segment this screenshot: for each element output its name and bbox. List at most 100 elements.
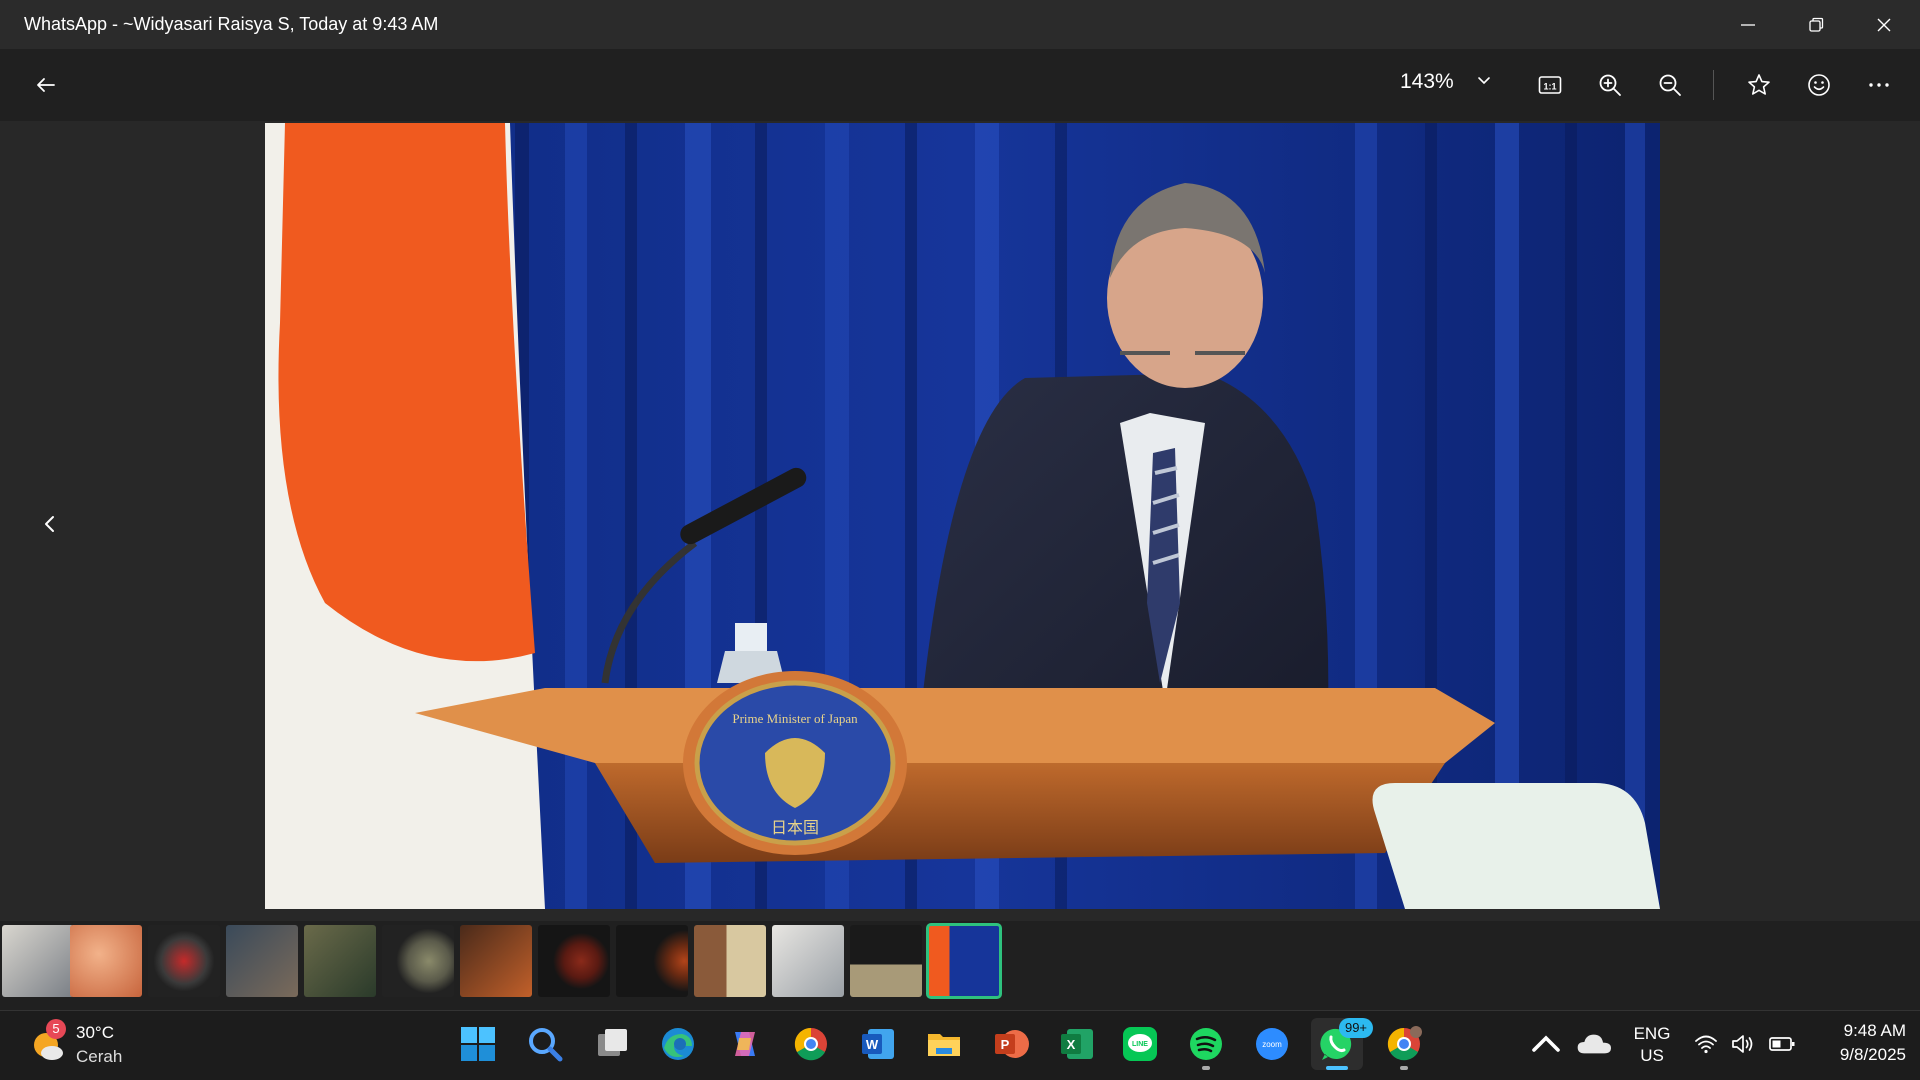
actual-size-icon: 1:1 (1538, 76, 1562, 94)
thumbnail[interactable] (226, 925, 298, 997)
running-indicator (1202, 1066, 1210, 1070)
restore-button[interactable] (1782, 0, 1850, 49)
search-button[interactable] (519, 1018, 571, 1070)
word-app[interactable]: W (852, 1018, 904, 1070)
chrome-profile-app[interactable] (1378, 1018, 1430, 1070)
thumbnail-active[interactable] (926, 923, 1002, 999)
onedrive-button[interactable] (1569, 1018, 1621, 1070)
chevron-up-icon (1532, 1035, 1560, 1052)
zoom-out-icon (1659, 74, 1681, 96)
displayed-photo: Prime Minister of Japan 日本国 (265, 123, 1660, 909)
active-indicator (1326, 1066, 1348, 1070)
language-indicator[interactable]: ENG US (1628, 1022, 1676, 1068)
podium-label-bottom: 日本国 (771, 818, 819, 837)
edge-icon (662, 1028, 694, 1060)
zoom-out-button[interactable] (1646, 61, 1694, 109)
copilot-app[interactable] (719, 1018, 771, 1070)
chevron-left-icon (45, 516, 54, 532)
weather-badge: 5 (46, 1019, 66, 1039)
thumbnail[interactable] (850, 925, 922, 997)
network-volume-battery[interactable] (1694, 1028, 1800, 1060)
show-hidden-icons-button[interactable] (1520, 1018, 1572, 1070)
thumbnail[interactable] (304, 925, 376, 997)
svg-text:P: P (1001, 1037, 1010, 1052)
chrome-profile-icon (1387, 1026, 1422, 1061)
zoom-level[interactable]: 143% (1400, 70, 1454, 94)
thumbnail[interactable] (538, 925, 610, 997)
svg-text:X: X (1067, 1037, 1076, 1052)
star-icon (1748, 74, 1770, 95)
minimize-icon (1741, 23, 1755, 26)
wifi-icon (1695, 1035, 1717, 1054)
cloud-icon (1577, 1034, 1611, 1054)
thumbnail[interactable] (616, 925, 688, 997)
chrome-app[interactable] (785, 1018, 837, 1070)
thumbnail[interactable] (70, 925, 142, 997)
favorite-button[interactable] (1735, 61, 1783, 109)
svg-text:1:1: 1:1 (1543, 82, 1556, 92)
clock[interactable]: 9:48 AM 9/8/2025 (1806, 1020, 1906, 1070)
start-button[interactable] (452, 1018, 504, 1070)
clock-date: 9/8/2025 (1839, 1045, 1906, 1064)
toolbar-divider (1713, 70, 1714, 100)
press-conference-image: Prime Minister of Japan 日本国 (265, 123, 1660, 909)
restore-icon (1809, 17, 1824, 32)
copilot-icon (735, 1032, 755, 1056)
line-app[interactable]: LINE (1114, 1018, 1166, 1070)
zoom-app-label: zoom (1262, 1040, 1282, 1049)
weather-condition: Cerah (76, 1047, 123, 1066)
battery-icon (1769, 1037, 1795, 1051)
chrome-icon (794, 1027, 827, 1061)
minimize-button[interactable] (1714, 0, 1782, 49)
volume-icon (1732, 1035, 1753, 1053)
task-view-icon (598, 1029, 627, 1056)
emoji-icon (1808, 74, 1830, 96)
spotify-icon (1190, 1028, 1222, 1060)
zoom-icon: zoom (1256, 1028, 1288, 1060)
chevron-down-icon (1478, 77, 1490, 85)
zoom-in-button[interactable] (1586, 61, 1634, 109)
search-icon (529, 1028, 563, 1062)
edge-app[interactable] (652, 1018, 704, 1070)
keyboard-region: US (1640, 1046, 1664, 1065)
react-button[interactable] (1795, 61, 1843, 109)
thumbnail[interactable] (148, 925, 220, 997)
thumbnail[interactable] (2, 925, 74, 997)
clock-time: 9:48 AM (1843, 1021, 1906, 1040)
title-bar: WhatsApp - ~Widyasari Raisya S, Today at… (0, 0, 1920, 49)
zoom-dropdown[interactable] (1470, 66, 1498, 94)
svg-text:LINE: LINE (1132, 1041, 1148, 1048)
close-icon (1877, 18, 1891, 31)
running-indicator (1400, 1066, 1408, 1070)
folder-icon (928, 1034, 960, 1056)
back-arrow-icon (37, 78, 55, 92)
previous-image-button[interactable] (30, 500, 70, 548)
spotify-app[interactable] (1180, 1018, 1232, 1070)
thumbnail[interactable] (694, 925, 766, 997)
thumbnail[interactable] (382, 925, 454, 997)
filmstrip (0, 921, 1920, 1007)
powerpoint-app[interactable]: P (985, 1018, 1037, 1070)
line-icon: LINE (1123, 1027, 1157, 1061)
word-icon: W (862, 1029, 894, 1059)
zoom-in-icon (1599, 74, 1621, 96)
excel-app[interactable]: X (1051, 1018, 1103, 1070)
whatsapp-app[interactable]: 99+ (1311, 1018, 1373, 1070)
more-icon (1869, 83, 1889, 87)
actual-size-button[interactable]: 1:1 (1526, 61, 1574, 109)
language-code: ENG (1633, 1024, 1671, 1043)
powerpoint-icon: P (995, 1030, 1029, 1058)
zoom-app[interactable]: zoom (1246, 1018, 1298, 1070)
task-view-button[interactable] (586, 1018, 638, 1070)
weather-widget[interactable]: 5 30°C Cerah (28, 1019, 148, 1071)
more-options-button[interactable] (1855, 61, 1903, 109)
file-explorer-app[interactable] (918, 1018, 970, 1070)
podium-label-top: Prime Minister of Japan (732, 711, 858, 726)
thumbnail[interactable] (460, 925, 532, 997)
close-button[interactable] (1850, 0, 1918, 49)
weather-temperature: 30°C (76, 1023, 114, 1042)
svg-text:W: W (866, 1037, 879, 1052)
back-button[interactable] (22, 61, 70, 109)
thumbnail[interactable] (772, 925, 844, 997)
excel-icon: X (1061, 1029, 1093, 1059)
